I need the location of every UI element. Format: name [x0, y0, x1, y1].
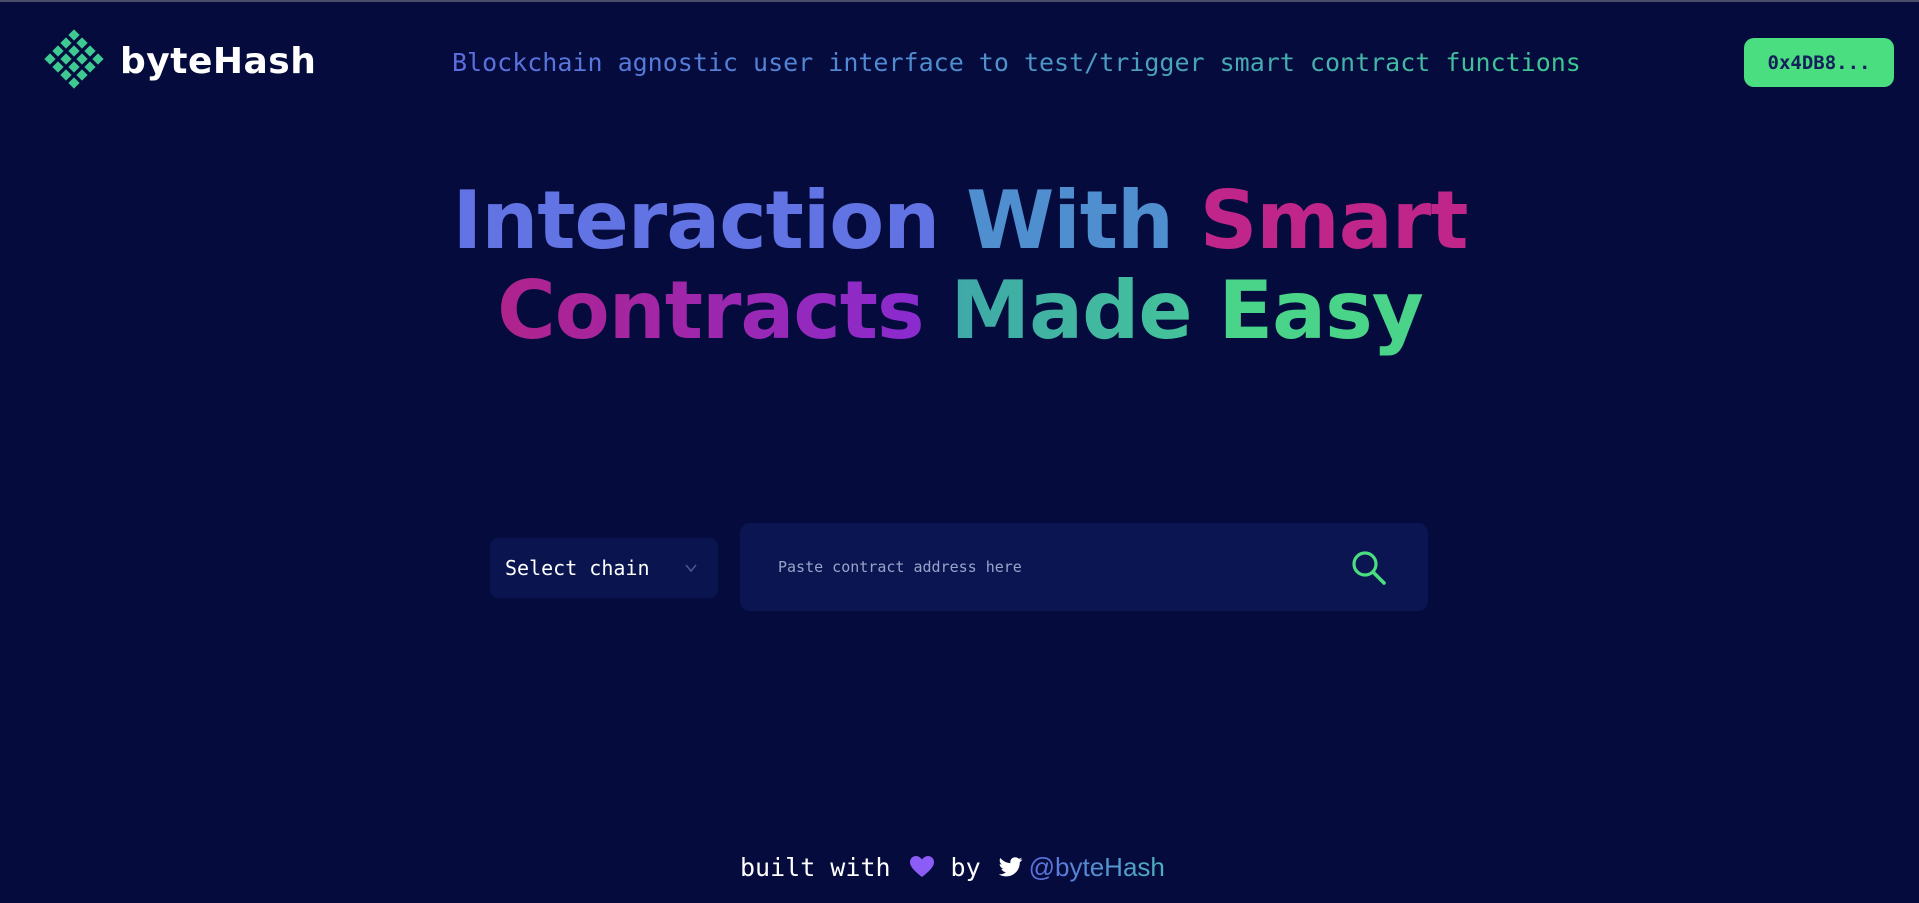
chevron-down-icon: [685, 564, 697, 573]
hero-word-smart: Smart: [1199, 174, 1469, 267]
diamond-grid-logo-icon: [44, 29, 104, 89]
hero-word-interaction: Interaction: [452, 174, 941, 267]
brand[interactable]: byteHash: [42, 29, 317, 92]
contract-search-box: [740, 523, 1428, 611]
contract-address-input[interactable]: [778, 549, 1338, 585]
brand-name: byteHash: [120, 40, 317, 82]
hero-line-1: Interaction With Smart: [380, 176, 1540, 266]
heart-icon: [909, 856, 934, 877]
footer: built with by @byteHash: [740, 850, 1165, 884]
hero-line-2: Contracts Made Easy: [380, 266, 1540, 356]
footer-built-with: built with: [740, 852, 891, 882]
hero-word-made: Made: [950, 264, 1193, 357]
search-icon[interactable]: [1350, 549, 1388, 587]
twitter-icon[interactable]: [998, 856, 1023, 878]
hero-word-with: With: [966, 174, 1174, 267]
footer-by: by: [950, 852, 981, 882]
hero-word-easy: Easy: [1218, 264, 1424, 357]
twitter-handle-link[interactable]: @byteHash: [1029, 852, 1165, 883]
tagline: Blockchain agnostic user interface to te…: [452, 48, 1581, 77]
hero-word-contracts: Contracts: [497, 264, 925, 357]
chain-select-label: Select chain: [505, 556, 650, 580]
hero-heading: Interaction With Smart Contracts Made Ea…: [380, 176, 1540, 356]
wallet-address-button[interactable]: 0x4DB8...: [1744, 38, 1894, 87]
window-top-border: [0, 0, 1919, 2]
chain-select[interactable]: Select chain: [490, 538, 718, 598]
